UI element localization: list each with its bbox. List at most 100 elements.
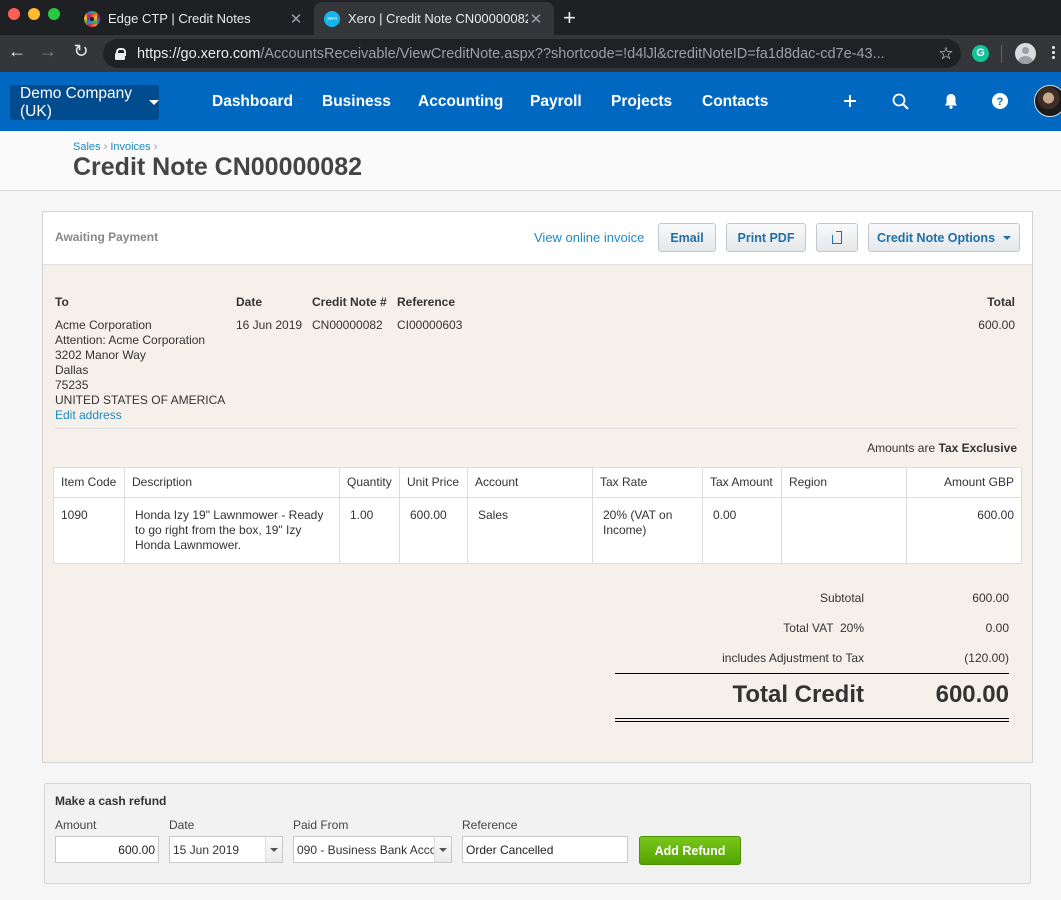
breadcrumb-sales[interactable]: Sales <box>73 141 101 153</box>
browser-tab-xero[interactable]: xero Xero | Credit Note CN00000082 ✕ <box>314 2 554 35</box>
svg-text:?: ? <box>997 96 1004 108</box>
plus-icon[interactable] <box>839 90 861 112</box>
paid-from-value: 090 - Business Bank Account <box>297 842 434 857</box>
address-line: UNITED STATES OF AMERICA <box>55 393 226 407</box>
refund-date-label: Date <box>169 818 195 832</box>
cell-unit-price: 600.00 <box>399 497 468 564</box>
tax-adjustment-label: includes Adjustment to Tax <box>722 651 864 665</box>
xero-favicon-icon: xero <box>324 10 340 27</box>
vat-value: 0.00 <box>985 621 1009 635</box>
refund-date-picker[interactable]: 15 Jun 2019 <box>169 836 283 863</box>
nav-payroll[interactable]: Payroll <box>530 93 582 111</box>
cell-quantity: 1.00 <box>339 497 400 564</box>
subtotal-label: Subtotal <box>819 591 864 605</box>
tax-adjustment-value: (120.00) <box>964 651 1009 665</box>
bookmark-star-icon[interactable]: ☆ <box>931 44 961 64</box>
cell-amount: 600.00 <box>906 497 1022 564</box>
date-label: Date <box>236 295 263 309</box>
vat-label: Total VAT 20% <box>783 621 864 635</box>
bell-icon[interactable] <box>940 90 962 112</box>
email-button[interactable]: Email <box>658 223 716 252</box>
tax-mode: Amounts are Tax Exclusive <box>867 441 1017 455</box>
paid-from-select[interactable]: 090 - Business Bank Account <box>293 836 452 863</box>
total-value: 600.00 <box>978 318 1015 332</box>
chevron-down-icon <box>149 100 159 105</box>
close-tab-icon[interactable]: ✕ <box>288 10 304 28</box>
user-avatar[interactable] <box>1034 85 1061 117</box>
lock-icon <box>115 47 126 60</box>
forward-arrow-icon[interactable]: → <box>37 41 59 62</box>
browser-toolbar: ← → ↻ https://go.xero.com/AccountsReceiv… <box>0 35 1061 72</box>
view-online-invoice-link[interactable]: View online invoice <box>534 230 644 245</box>
address-line: Dallas <box>55 363 89 377</box>
cell-tax-rate: 20% (VAT on Income) <box>592 497 703 564</box>
browser-tab-edge[interactable]: Edge CTP | Credit Notes ✕ <box>74 2 314 35</box>
copy-icon <box>832 231 842 244</box>
chevron-down-icon[interactable] <box>265 837 282 862</box>
browser-tab-bar: Edge CTP | Credit Notes ✕ xero Xero | Cr… <box>0 0 1061 35</box>
refund-title: Make a cash refund <box>55 794 167 808</box>
nav-accounting[interactable]: Accounting <box>418 93 503 111</box>
minimize-window-button[interactable] <box>28 8 40 20</box>
col-quantity: Quantity <box>339 467 400 498</box>
cell-tax-amount: 0.00 <box>702 497 782 564</box>
page-header: Sales › Invoices › Credit Note CN0000008… <box>0 131 1061 191</box>
browser-menu-icon[interactable] <box>1052 46 1056 61</box>
nav-business[interactable]: Business <box>322 93 391 111</box>
print-pdf-button[interactable]: Print PDF <box>726 223 806 252</box>
profile-avatar-icon[interactable] <box>1015 43 1036 64</box>
refund-date-value: 15 Jun 2019 <box>173 842 240 857</box>
address-line: Attention: Acme Corporation <box>55 333 206 347</box>
cash-refund-panel: Make a cash refund Amount Date 15 Jun 20… <box>44 783 1031 884</box>
line-items-table: Item Code Description Quantity Unit Pric… <box>53 467 1022 564</box>
table-row[interactable]: 1090 Honda Izy 19" Lawnmower - Ready to … <box>53 497 1022 564</box>
help-icon[interactable]: ? <box>989 90 1011 112</box>
col-tax-rate: Tax Rate <box>592 467 703 498</box>
add-refund-button[interactable]: Add Refund <box>639 836 741 865</box>
url-text[interactable]: https://go.xero.com/AccountsReceivable/V… <box>137 46 931 62</box>
refund-amount-input[interactable] <box>55 836 159 863</box>
tax-mode-prefix: Amounts are <box>867 441 936 455</box>
col-amount-gbp: Amount GBP <box>906 467 1022 498</box>
maximize-window-button[interactable] <box>48 8 60 20</box>
edit-address-link[interactable]: Edit address <box>55 408 122 422</box>
breadcrumb-invoices[interactable]: Invoices <box>110 141 150 153</box>
nav-dashboard[interactable]: Dashboard <box>212 93 293 111</box>
grammarly-extension-icon[interactable]: G <box>972 45 989 62</box>
organisation-switcher[interactable]: Demo Company (UK) <box>10 85 159 120</box>
close-window-button[interactable] <box>8 8 20 20</box>
contact-link[interactable]: Acme Corporation <box>55 318 152 332</box>
chevron-down-icon[interactable] <box>434 837 451 862</box>
credit-note-options-button[interactable]: Credit Note Options <box>868 223 1020 252</box>
contact-address: Attention: Acme Corporation 3202 Manor W… <box>55 333 225 423</box>
cell-region <box>781 497 907 564</box>
table-header-row: Item Code Description Quantity Unit Pric… <box>53 467 1022 498</box>
nav-projects[interactable]: Projects <box>611 93 672 111</box>
refund-reference-input[interactable] <box>462 836 628 863</box>
date-value: 16 Jun 2019 <box>236 318 303 332</box>
cell-description: Honda Izy 19" Lawnmower - Ready to go ri… <box>124 497 340 564</box>
reload-icon[interactable]: ↻ <box>70 41 92 62</box>
document-toolbar: Awaiting Payment View online invoice Ema… <box>43 212 1032 265</box>
amount-label: Amount <box>55 818 97 832</box>
address-line: 3202 Manor Way <box>55 348 146 362</box>
copy-button[interactable] <box>816 223 858 252</box>
edge-favicon-icon <box>84 10 100 27</box>
nav-contacts[interactable]: Contacts <box>702 93 768 111</box>
new-tab-icon[interactable]: + <box>563 5 576 31</box>
refund-reference-label: Reference <box>462 818 518 832</box>
close-tab-icon[interactable]: ✕ <box>528 10 544 28</box>
address-bar[interactable]: https://go.xero.com/AccountsReceivable/V… <box>103 39 961 68</box>
col-account: Account <box>467 467 593 498</box>
reference-label: Reference <box>397 295 456 309</box>
col-unit-price: Unit Price <box>399 467 468 498</box>
paid-from-label: Paid From <box>293 818 349 832</box>
back-arrow-icon[interactable]: ← <box>6 41 28 62</box>
status-badge: Awaiting Payment <box>55 230 159 244</box>
col-description: Description <box>124 467 340 498</box>
breadcrumb: Sales › Invoices › <box>73 141 158 153</box>
divider <box>55 428 1017 429</box>
total-credit-value: 600.00 <box>935 681 1009 708</box>
search-icon[interactable] <box>889 90 911 112</box>
toolbar-divider <box>1001 45 1002 63</box>
